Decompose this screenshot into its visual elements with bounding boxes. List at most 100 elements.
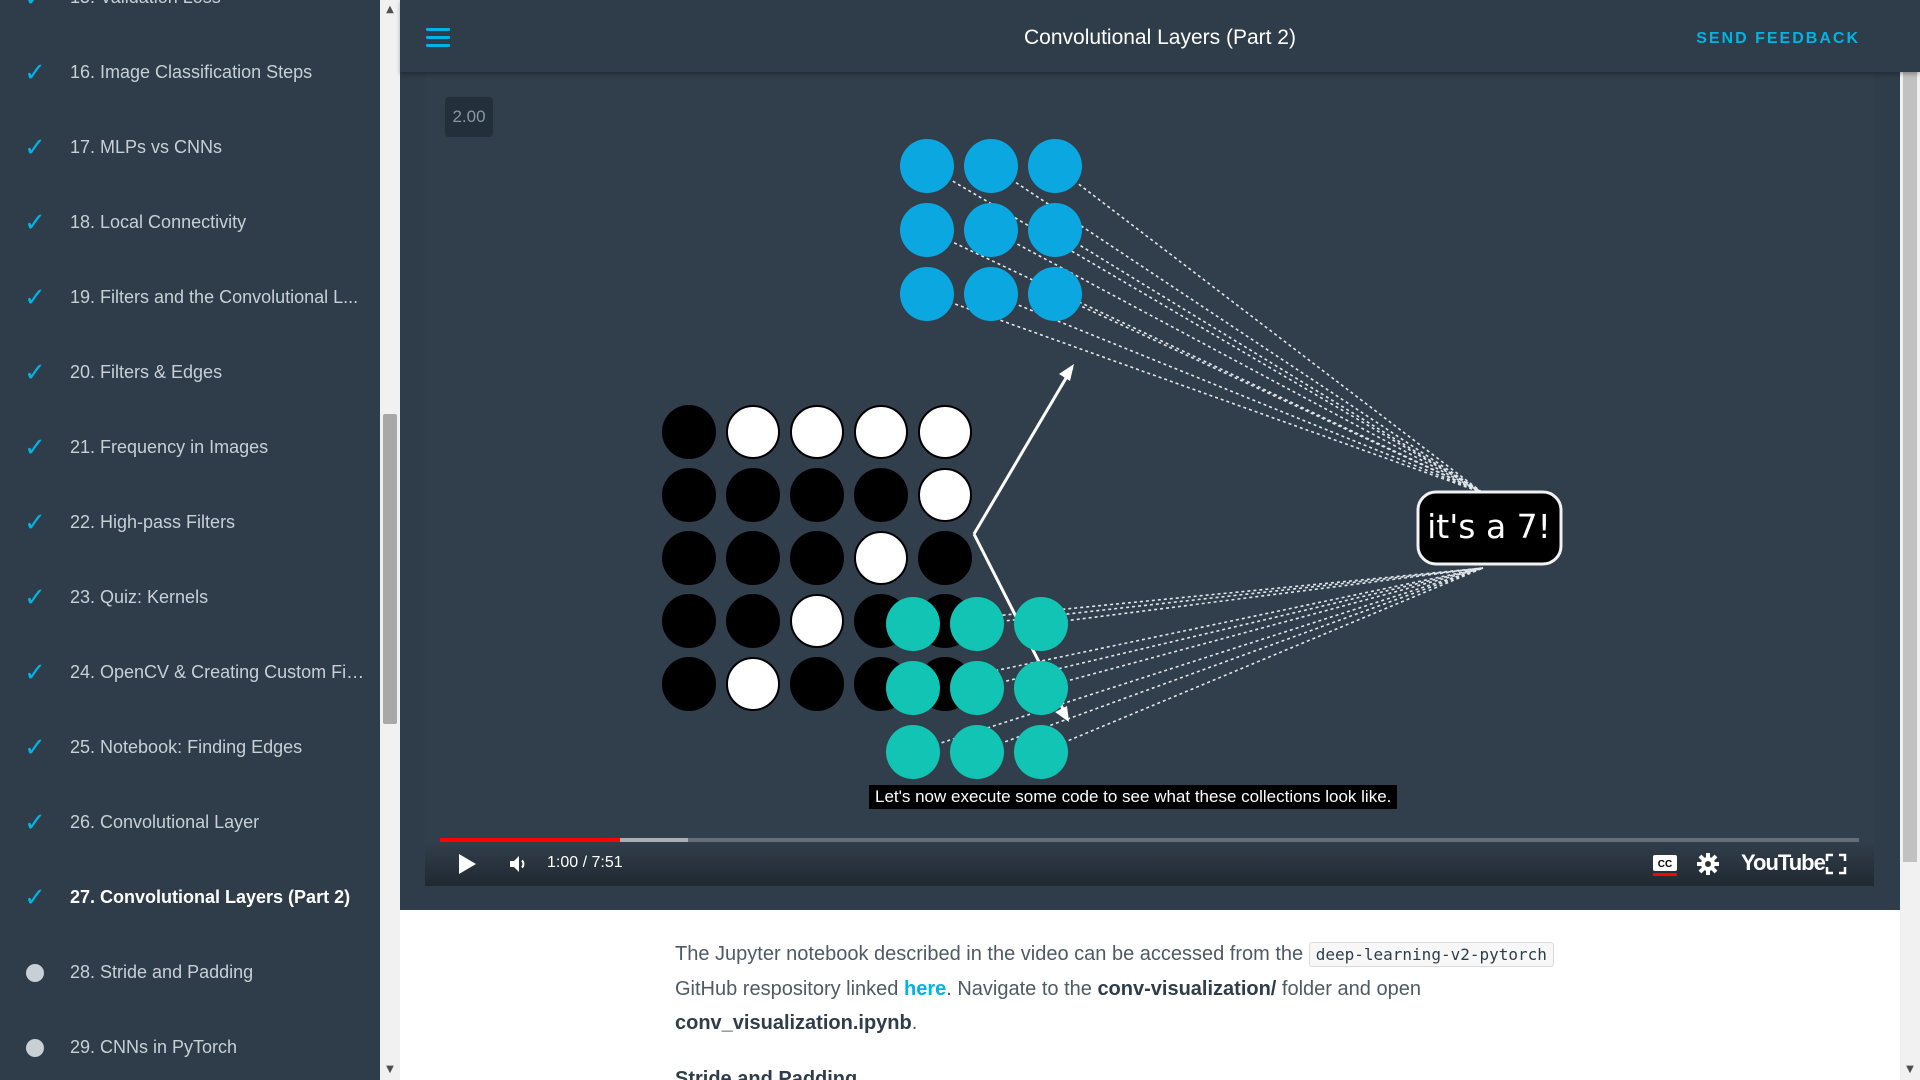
checkmark-icon: ✓ — [24, 282, 46, 313]
sidebar-item-label: 20. Filters & Edges — [70, 362, 223, 382]
text-segment: The Jupyter notebook described in the vi… — [675, 943, 1309, 965]
time-display: 1:00 / 7:51 — [547, 854, 623, 871]
feature-node — [950, 661, 1004, 715]
checkmark-icon: ✓ — [24, 57, 46, 88]
fullscreen-icon[interactable] — [1824, 852, 1848, 876]
page-title: Convolutional Layers (Part 2) — [1024, 26, 1296, 49]
top-bar: Convolutional Layers (Part 2) SEND FEEDB… — [400, 0, 1920, 72]
sidebar-item-label: 15. Validation Loss — [70, 0, 365, 8]
repo-code: deep-learning-v2-pytorch — [1308, 942, 1554, 967]
sidebar-item[interactable]: 28. Stride and Padding — [0, 935, 380, 1010]
connection-line — [912, 567, 1484, 753]
feature-node — [964, 139, 1018, 193]
feature-node — [886, 661, 940, 715]
youtube-logo[interactable]: YouTube — [1741, 850, 1826, 876]
main-scroll-thumb[interactable] — [1903, 72, 1917, 862]
video-caption: Let's now execute some code to see what … — [869, 785, 1398, 809]
video-controls: 1:00 / 7:51 CC YouTube — [425, 842, 1874, 886]
sidebar-item-label: 23. Quiz: Kernels — [70, 587, 209, 607]
volume-icon[interactable] — [507, 852, 531, 876]
prediction-text: it's a 7! — [1427, 507, 1551, 546]
feature-node — [1028, 267, 1082, 321]
pixel-node — [918, 405, 972, 459]
sidebar-item[interactable]: ✓ 20. Filters & Edges — [0, 335, 380, 410]
checkmark-icon: ✓ — [24, 432, 46, 463]
feature-node — [950, 597, 1004, 651]
feature-node — [900, 203, 954, 257]
sidebar-item[interactable]: ✓ 22. High-pass Filters — [0, 485, 380, 560]
main-content: it's a 7! 2.00 Let's now execute some co… — [400, 72, 1920, 1080]
feature-node — [1014, 725, 1068, 779]
sidebar-item[interactable]: ✓ 18. Local Connectivity — [0, 185, 380, 260]
sidebar-scroll-thumb[interactable] — [383, 414, 397, 724]
send-feedback-button[interactable]: SEND FEEDBACK — [1696, 30, 1860, 48]
sidebar-item[interactable]: ✓ 17. MLPs vs CNNs — [0, 110, 380, 185]
sidebar-item-label: 17. MLPs vs CNNs — [70, 137, 223, 157]
sidebar-item[interactable]: ✓ 16. Image Classification Steps — [0, 35, 380, 110]
sidebar-item[interactable]: 29. CNNs in PyTorch — [0, 1010, 380, 1080]
sidebar-item[interactable]: ✓ 21. Frequency in Images — [0, 410, 380, 485]
connection-line — [1040, 567, 1484, 689]
section-subheading: Stride and Padding — [675, 1066, 1075, 1080]
connection-line — [926, 293, 1484, 494]
pixel-node — [918, 468, 972, 522]
sidebar-item[interactable]: ✓ 19. Filters and the Convolutional L... — [0, 260, 380, 335]
checkmark-icon: ✓ — [24, 882, 46, 913]
closed-captions-icon[interactable]: CC — [1652, 852, 1678, 876]
checkmark-icon: ✓ — [0, 0, 70, 11]
incomplete-dot-icon — [0, 1038, 70, 1057]
pixel-node — [854, 405, 908, 459]
sidebar-item[interactable]: ✓ 23. Quiz: Kernels — [0, 560, 380, 635]
pixel-node — [726, 468, 780, 522]
sidebar-item[interactable]: ✓ 27. Convolutional Layers (Part 2) — [0, 860, 380, 935]
sidebar-scrollbar[interactable]: ▲ ▼ — [380, 0, 400, 1080]
pixel-node — [726, 531, 780, 585]
pixel-node — [726, 594, 780, 648]
checkmark-icon: ✓ — [24, 807, 46, 838]
sidebar-item-label: 28. Stride and Padding — [70, 962, 254, 982]
feature-node — [886, 725, 940, 779]
playback-speed-badge: 2.00 — [445, 97, 493, 137]
sidebar-item[interactable]: ✓ 26. Convolutional Layer — [0, 785, 380, 860]
scroll-down-icon[interactable]: ▼ — [1900, 1060, 1920, 1080]
video-player[interactable]: it's a 7! 2.00 Let's now execute some co… — [425, 72, 1874, 886]
feature-node — [950, 725, 1004, 779]
scroll-up-icon[interactable]: ▲ — [380, 0, 400, 20]
play-icon[interactable] — [459, 854, 476, 874]
sidebar-item-label: 19. Filters and the Convolutional L... — [70, 287, 359, 307]
checkmark-icon: ✓ — [24, 207, 46, 238]
main-scrollbar[interactable]: ▼ — [1900, 72, 1920, 1080]
settings-gear-icon[interactable] — [1696, 852, 1720, 876]
sidebar-item-label: 25. Notebook: Finding Edges — [70, 737, 303, 757]
lesson-list: ✓15. Validation Loss✓16. Image Classific… — [0, 0, 380, 1080]
pixel-node — [790, 531, 844, 585]
sidebar-item-label: 22. High-pass Filters — [70, 512, 236, 532]
sidebar-item[interactable]: ✓15. Validation Loss — [0, 0, 380, 35]
arrow-head-icon — [1059, 364, 1074, 381]
connection-line — [1054, 165, 1484, 494]
sidebar-item-label: 26. Convolutional Layer — [70, 812, 260, 832]
pixel-node — [790, 468, 844, 522]
pixel-node — [662, 531, 716, 585]
text-segment: GitHub respository linked — [675, 978, 904, 1000]
feature-node — [1014, 597, 1068, 651]
incomplete-dot-icon — [0, 963, 70, 982]
pixel-node — [854, 468, 908, 522]
feature-node — [1014, 661, 1068, 715]
pixel-node — [790, 405, 844, 459]
sidebar-item-label: 24. OpenCV & Creating Custom Fil... — [70, 662, 365, 682]
feature-node — [1028, 139, 1082, 193]
connection-line — [1054, 229, 1484, 494]
sidebar-item[interactable]: ✓ 25. Notebook: Finding Edges — [0, 710, 380, 785]
repo-link[interactable]: here — [904, 978, 946, 1000]
pixel-node — [662, 468, 716, 522]
sidebar-item[interactable]: ✓ 24. OpenCV & Creating Custom Fil... — [0, 635, 380, 710]
pixel-node — [726, 405, 780, 459]
connection-line — [990, 293, 1484, 494]
sidebar-item-label: 16. Image Classification Steps — [70, 62, 313, 82]
scroll-down-icon[interactable]: ▼ — [380, 1060, 400, 1080]
feature-node — [886, 597, 940, 651]
feature-node — [1028, 203, 1082, 257]
text-segment: . — [911, 1012, 918, 1034]
pixel-node — [790, 657, 844, 711]
